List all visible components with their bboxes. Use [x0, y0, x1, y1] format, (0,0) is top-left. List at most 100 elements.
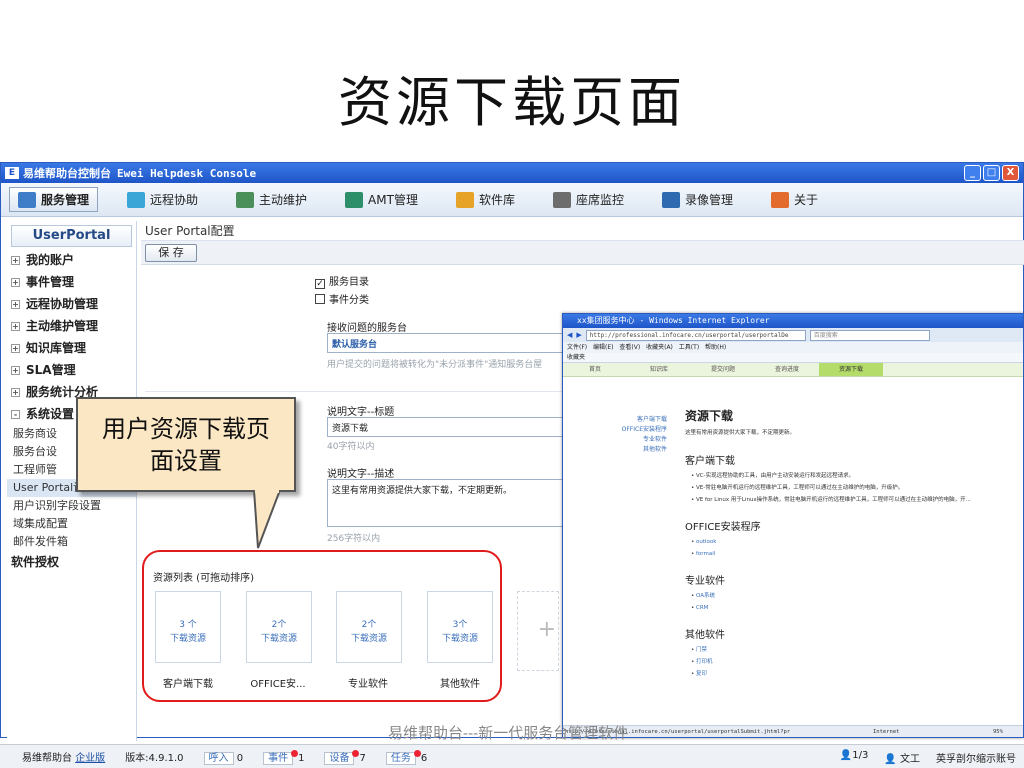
receive-desk-select[interactable]: 默认服务台: [327, 333, 565, 353]
toolbar-seat-monitor[interactable]: 座席监控: [544, 187, 633, 212]
sidebar-header[interactable]: UserPortal: [11, 225, 132, 247]
window-title-prefix: 易维帮助台控制台: [23, 167, 111, 180]
service-catalog-checkbox[interactable]: ✓: [315, 279, 325, 289]
ie-favorites[interactable]: 收藏夹: [563, 353, 1023, 363]
callout-line1: 用户资源下载页: [102, 415, 270, 443]
ie-item[interactable]: formail: [685, 548, 1005, 560]
ie-item[interactable]: 打印机: [685, 656, 1005, 668]
close-button[interactable]: X: [1002, 165, 1019, 181]
ie-cat-office[interactable]: OFFICE安装程序: [603, 425, 667, 435]
callout-tail: [252, 490, 282, 549]
ie-nav-knowledge[interactable]: 知识库: [627, 363, 691, 376]
desc-body-hint: 256字符以内: [327, 534, 381, 544]
about-icon: [771, 191, 789, 208]
minimize-button[interactable]: _: [964, 165, 981, 181]
ie-item[interactable]: OA系统: [685, 590, 1005, 602]
maintenance-icon: [236, 191, 255, 208]
desc-body-textarea[interactable]: 这里有常用资源提供大家下载，不定期更新。: [327, 479, 565, 527]
ie-nav-home[interactable]: 首页: [563, 363, 627, 376]
user-icon: 👤: [884, 754, 897, 765]
ie-zoom[interactable]: 95%: [993, 726, 1003, 738]
sidebar-item-my-account[interactable]: + 我的账户: [7, 249, 136, 271]
ie-category-list: 客户端下载 OFFICE安装程序 专业软件 其他软件: [603, 415, 667, 455]
slide-footer: 易维帮助台---新一代服务台管理软件: [388, 724, 629, 742]
ie-search-box[interactable]: 百度搜索: [809, 329, 930, 341]
desc-title-label: 说明文字--标题: [327, 407, 395, 418]
sidebar-sub-mailbox[interactable]: 邮件发件箱: [7, 533, 136, 551]
ie-nav-query[interactable]: 查询进度: [755, 363, 819, 376]
ie-nav-submit[interactable]: 提交问题: [691, 363, 755, 376]
ie-page-desc: 这里有常用资源提供大家下载，不定期更新。: [685, 430, 796, 436]
sidebar-item-events[interactable]: + 事件管理: [7, 271, 136, 293]
app-logo-icon: E: [5, 167, 19, 179]
toolbar-software-library[interactable]: 软件库: [447, 187, 524, 212]
highlight-resource-list: [142, 550, 502, 702]
toolbar-recording[interactable]: 录像管理: [653, 187, 742, 212]
toolbar-active-maintenance[interactable]: 主动维护: [227, 187, 316, 212]
sidebar-item-remote-assist[interactable]: + 远程协助管理: [7, 293, 136, 315]
ie-item[interactable]: VE-常驻电脑开机运行的远程维护工具，工程师可以通过在主动维护的电脑，升级护。: [685, 482, 1005, 494]
software-library-icon: [455, 191, 474, 208]
content-heading: User Portal配置: [141, 221, 1024, 241]
remote-assist-icon: [127, 191, 146, 208]
toolbar-remote-assist[interactable]: 远程协助: [118, 187, 207, 212]
status-devices[interactable]: 设备 7: [324, 749, 366, 765]
status-calls[interactable]: 呼入 0: [203, 749, 243, 765]
callout-box: 用户资源下载页 面设置: [76, 397, 296, 492]
toolbar-about[interactable]: 关于: [762, 187, 827, 212]
sidebar-sub-domain[interactable]: 域集成配置: [7, 515, 136, 533]
ie-section-office: OFFICE安装程序: [685, 522, 761, 533]
sidebar-item-maintenance[interactable]: + 主动维护管理: [7, 315, 136, 337]
slide-title: 资源下载页面: [338, 71, 686, 134]
status-tasks[interactable]: 任务 6: [385, 749, 427, 765]
sidebar-item-sla[interactable]: + SLA管理: [7, 359, 136, 381]
sidebar-sub-user-fields[interactable]: 用户识别字段设置: [7, 497, 136, 515]
ie-item[interactable]: 复印: [685, 668, 1005, 680]
save-button[interactable]: 保 存: [145, 244, 197, 262]
desc-title-input[interactable]: 资源下载: [327, 417, 565, 437]
ie-preview-window: xx集团服务中心 - Windows Internet Explorer ◀ ▶…: [562, 313, 1024, 738]
ie-section-professional: 专业软件: [685, 576, 725, 587]
status-events[interactable]: 事件 1: [263, 749, 304, 765]
service-catalog-label: 服务目录: [329, 277, 369, 288]
toolbar-amt[interactable]: AMT管理: [336, 187, 427, 212]
toolbar-service-management[interactable]: 服务管理: [9, 187, 99, 212]
ie-menubar[interactable]: 文件(F) 编辑(E) 查看(V) 收藏夹(A) 工具(T) 帮助(H): [563, 342, 1023, 353]
status-page: 👤1/3: [839, 750, 869, 761]
ie-statusbar: http://professional.infocare.cn/userport…: [563, 725, 1023, 737]
ie-portal-nav: 首页 知识库 提交问题 查询进度 资源下载: [563, 363, 1023, 377]
recording-icon: [661, 191, 680, 208]
desc-title-hint: 40字符以内: [327, 442, 375, 452]
status-version: 版本:4.9.1.0: [125, 753, 184, 764]
ie-title: xx集团服务中心 - Windows Internet Explorer: [563, 314, 1023, 328]
amt-icon: [345, 191, 364, 208]
ie-item[interactable]: VC-实现远程协助的工具，由用户主动安装运行和发起远程请求。: [685, 470, 1005, 482]
ie-item[interactable]: 门禁: [685, 644, 1005, 656]
window-title: Ewei Helpdesk Console: [117, 166, 257, 180]
event-category-checkbox[interactable]: [315, 294, 325, 304]
ie-item[interactable]: CRM: [685, 602, 1005, 614]
ie-forward-icon[interactable]: ▶: [576, 331, 581, 339]
ie-address-bar[interactable]: http://professional.infocare.cn/userport…: [585, 329, 806, 341]
status-app: 易维帮助台 企业版: [22, 753, 106, 764]
desc-body-label: 说明文字--描述: [327, 469, 395, 480]
event-category-label: 事件分类: [329, 295, 369, 306]
receive-desk-hint: 用户提交的问题将被转化为"未分派事件"通知服务台屋: [327, 360, 543, 370]
maximize-button[interactable]: □: [983, 165, 1000, 181]
status-edition-link[interactable]: 企业版: [75, 753, 105, 764]
sidebar-item-knowledge[interactable]: + 知识库管理: [7, 337, 136, 359]
ie-page-heading: 资源下载: [685, 409, 734, 423]
ie-cat-professional[interactable]: 专业软件: [603, 435, 667, 445]
task-alert-icon: [413, 750, 421, 757]
ie-back-icon[interactable]: ◀: [567, 331, 572, 339]
ie-item[interactable]: VE for Linux 用于Linux操作系统，常驻电脑开机运行的远程维护工具…: [685, 494, 1005, 506]
ie-cat-client[interactable]: 客户端下载: [603, 415, 667, 425]
service-management-icon: [18, 191, 36, 208]
status-user[interactable]: 👤 文工: [884, 750, 920, 765]
ie-item[interactable]: outlook: [685, 536, 1005, 548]
callout-line2: 面设置: [150, 447, 222, 475]
ie-cat-other[interactable]: 其他软件: [603, 445, 667, 455]
sidebar-item-license[interactable]: 软件授权: [7, 551, 136, 573]
ie-nav-downloads[interactable]: 资源下载: [819, 363, 883, 376]
add-resource-button[interactable]: +: [517, 591, 559, 671]
